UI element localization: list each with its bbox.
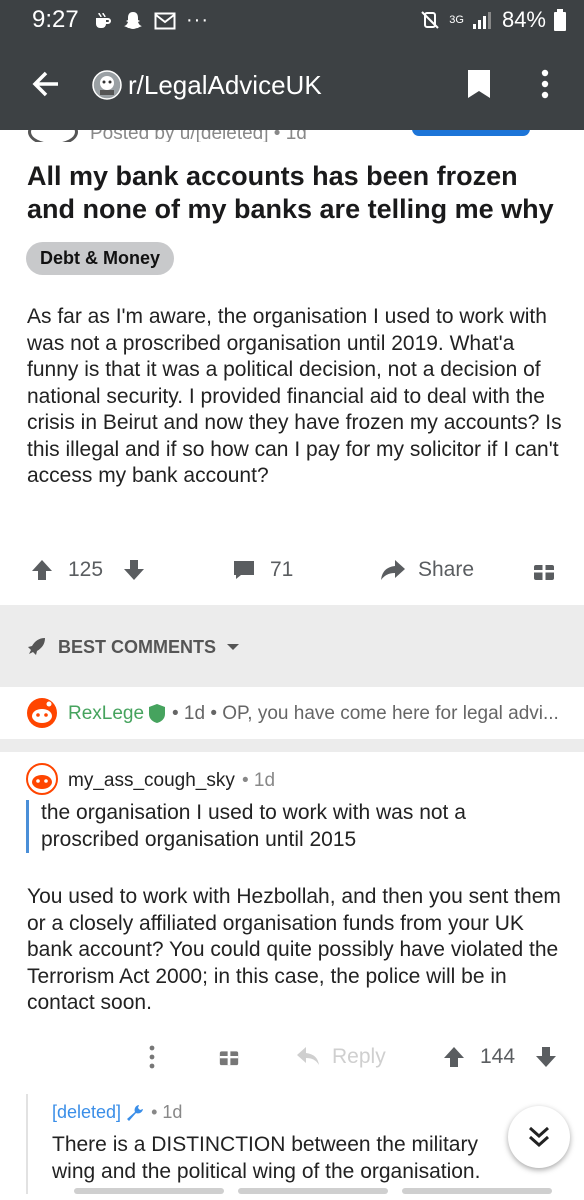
reply-button[interactable]: Reply <box>332 1045 386 1069</box>
snapchat-ghost-icon <box>124 11 142 29</box>
bookmark-icon[interactable] <box>466 68 492 100</box>
mail-icon <box>154 12 176 29</box>
comment-actions: Reply 144 <box>0 1037 584 1077</box>
signal-icon <box>472 12 491 29</box>
comment-separator <box>0 739 584 752</box>
upvote-icon[interactable] <box>30 558 54 582</box>
thread-line <box>26 1094 28 1194</box>
comment-vote-count: 144 <box>480 1045 516 1068</box>
more-dots-icon: ··· <box>186 9 209 31</box>
comment-quote: the organisation I used to work with was… <box>26 800 561 853</box>
comment-meta: • 1d <box>242 770 276 791</box>
back-arrow-icon[interactable] <box>30 68 62 100</box>
upvote-icon[interactable] <box>442 1045 466 1069</box>
comment-icon[interactable] <box>232 558 256 582</box>
share-icon[interactable] <box>380 558 406 582</box>
rocket-icon <box>28 638 45 655</box>
status-bar: 9:27 ··· 3G 84% <box>0 0 584 40</box>
scroll-down-button[interactable] <box>508 1106 570 1168</box>
status-time: 9:27 <box>32 6 79 33</box>
post-actions: 125 71 Share <box>0 550 584 590</box>
comment-author[interactable]: RexLege <box>68 703 144 725</box>
post-flair[interactable]: Debt & Money <box>26 242 175 275</box>
snoo-avatar-icon <box>27 698 57 728</box>
post-comment-count[interactable]: 71 <box>270 558 293 582</box>
nav-pill-home[interactable] <box>238 1188 388 1194</box>
join-button[interactable] <box>412 130 530 136</box>
nav-pill-recent[interactable] <box>74 1188 224 1194</box>
award-gift-icon[interactable] <box>532 558 556 582</box>
reply-arrow-icon[interactable] <box>296 1045 320 1067</box>
wrench-mod-icon <box>127 1104 144 1121</box>
moderator-shield-icon <box>149 704 165 723</box>
share-button[interactable]: Share <box>418 558 474 582</box>
reply-author[interactable]: [deleted] <box>52 1102 121 1123</box>
post-title[interactable]: All my bank accounts has been frozen and… <box>27 160 567 226</box>
chevron-down-icon <box>227 644 240 650</box>
status-right: 3G 84% <box>419 7 566 33</box>
reply-meta: • 1d <box>151 1102 183 1122</box>
downvote-icon[interactable] <box>534 1045 558 1069</box>
overflow-menu-icon[interactable] <box>540 68 550 100</box>
double-chevron-down-icon <box>529 1126 549 1148</box>
post-body: As far as I'm aware, the organisation I … <box>27 305 562 487</box>
more-options-icon[interactable] <box>148 1045 156 1069</box>
nav-pill-back[interactable] <box>402 1188 552 1194</box>
system-nav-bar <box>0 1186 584 1200</box>
downvote-icon[interactable] <box>122 558 146 582</box>
subreddit-title[interactable]: r/LegalAdviceUK <box>128 70 322 101</box>
snoo-avatar-icon <box>26 763 58 795</box>
mute-vibrate-icon <box>421 11 439 29</box>
post-byline-clip: Posted by u/[deleted] • 1d <box>0 130 584 142</box>
sort-selector[interactable]: BEST COMMENTS <box>24 630 240 664</box>
app-bar: r/LegalAdviceUK <box>0 40 584 130</box>
comment-author[interactable]: my_ass_cough_sky <box>68 770 235 792</box>
coffee-cup-icon <box>96 12 111 28</box>
reply-body: There is a DISTINCTION between the milit… <box>52 1133 481 1183</box>
reply-header: [deleted] • 1d <box>52 1102 182 1123</box>
post-vote-count: 125 <box>68 558 104 581</box>
battery-icon <box>554 9 566 31</box>
subreddit-avatar-icon[interactable] <box>92 70 122 100</box>
collapsed-comment[interactable]: RexLege • 1d • OP, you have come here fo… <box>0 687 584 739</box>
battery-percent: 84% <box>501 7 546 32</box>
collapsed-comment-meta: • 1d • OP, you have come here for legal … <box>172 703 559 724</box>
network-type: 3G <box>449 13 464 26</box>
sort-label: BEST COMMENTS <box>58 636 217 657</box>
award-gift-icon[interactable] <box>218 1045 240 1067</box>
notification-icons: ··· <box>92 9 209 32</box>
post-byline: Posted by u/[deleted] • 1d <box>90 130 307 142</box>
post-avatar-icon <box>28 130 78 142</box>
comment-body: You used to work with Hezbollah, and the… <box>27 885 561 1014</box>
